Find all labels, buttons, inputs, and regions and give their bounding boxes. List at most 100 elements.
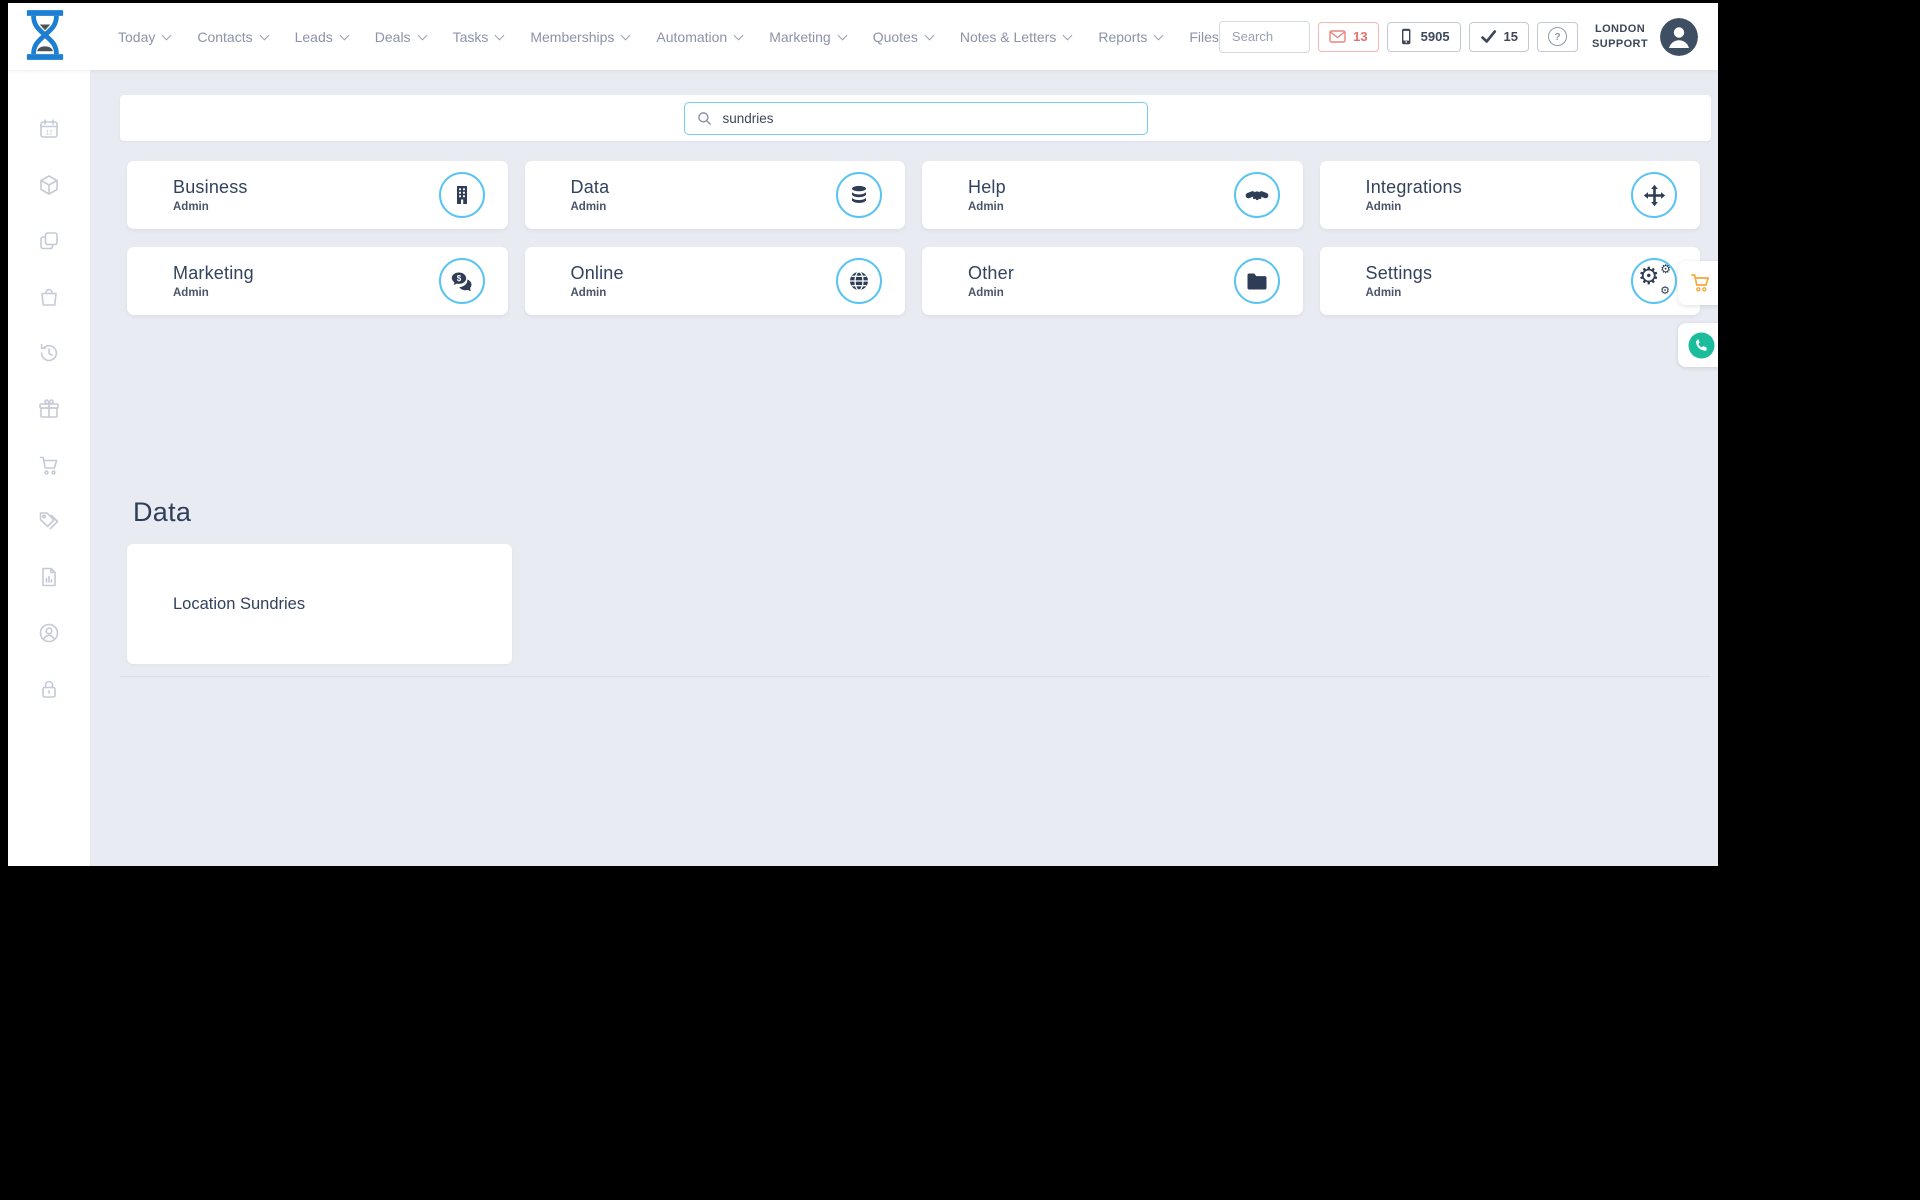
handshake-icon [1233, 172, 1280, 218]
chevron-down-icon [1153, 30, 1164, 40]
top-header: Today Contacts Leads Deals Tasks Members… [8, 3, 1718, 70]
admin-search-panel [120, 95, 1711, 141]
user-name[interactable]: LONDON SUPPORT [1592, 22, 1648, 51]
nav-item-leads[interactable]: Leads [295, 29, 350, 45]
chevron-down-icon [620, 30, 631, 40]
comments-dollar-icon: $ [438, 258, 485, 304]
results-section-heading: Data [133, 497, 192, 527]
category-card-online[interactable]: Online Admin [524, 247, 905, 315]
tags-icon[interactable] [37, 509, 61, 533]
card-subtitle: Admin [173, 287, 209, 299]
floating-whatsapp-button[interactable] [1678, 323, 1718, 367]
nav-item-automation[interactable]: Automation [656, 29, 744, 45]
calls-count: 5905 [1420, 29, 1450, 44]
svg-text:$: $ [457, 273, 462, 282]
package-icon[interactable] [37, 173, 61, 197]
tasks-count: 15 [1503, 29, 1519, 44]
history-icon[interactable] [37, 341, 61, 365]
search-icon [697, 111, 711, 125]
cart-icon [1691, 274, 1710, 292]
category-card-settings[interactable]: Settings Admin ⚙ ⚙ ⚙ [1319, 247, 1700, 315]
copy-icon[interactable] [37, 229, 61, 253]
question-icon: ? [1548, 27, 1568, 46]
chevron-down-icon [339, 30, 350, 40]
nav-label: Quotes [872, 28, 918, 45]
nav-item-tasks[interactable]: Tasks [452, 28, 505, 45]
floating-cart-button[interactable] [1678, 261, 1718, 305]
nav-item-memberships[interactable]: Memberships [530, 29, 631, 45]
bag-icon[interactable] [37, 285, 61, 309]
card-title: Data [570, 177, 610, 197]
nav-item-notes-letters[interactable]: Notes & Letters [960, 29, 1073, 45]
database-icon [836, 172, 882, 218]
hourglass-logo-icon[interactable] [24, 9, 66, 66]
admin-search-box [683, 101, 1148, 135]
messages-badge[interactable]: 13 [1318, 21, 1379, 52]
envelope-icon [1329, 30, 1346, 43]
help-button[interactable]: ? [1537, 21, 1579, 52]
nav-item-marketing[interactable]: Marketing [769, 28, 848, 45]
result-item-location-sundries[interactable]: Location Sundries [127, 544, 512, 664]
user-location: LONDON [1594, 23, 1646, 36]
category-card-integrations[interactable]: Integrations Admin [1319, 161, 1700, 229]
nav-label: Tasks [452, 28, 489, 45]
folder-icon [1233, 258, 1280, 304]
gift-icon[interactable] [37, 397, 61, 421]
nav-item-reports[interactable]: Reports [1098, 28, 1164, 45]
calendar-icon[interactable]: 12 [37, 117, 61, 141]
app-window: Today Contacts Leads Deals Tasks Members… [8, 3, 1718, 866]
main-content: Business Admin Data Admin Help Admin Integr… [90, 70, 1718, 866]
card-subtitle: Admin [968, 287, 1004, 299]
category-card-other[interactable]: Other Admin [922, 247, 1303, 315]
svg-text:12: 12 [45, 130, 53, 137]
nav-label: Marketing [769, 28, 831, 45]
move-arrows-icon [1631, 172, 1677, 218]
nav-label: Contacts [197, 28, 253, 45]
card-title: Help [968, 177, 1006, 197]
nav-item-deals[interactable]: Deals [375, 29, 428, 45]
account-icon[interactable] [37, 621, 61, 645]
nav-item-contacts[interactable]: Contacts [197, 28, 270, 45]
nav-label: Today [118, 28, 156, 45]
left-sidebar: 12 [8, 70, 90, 866]
calls-badge[interactable]: 5905 [1386, 21, 1461, 52]
main-nav: Today Contacts Leads Deals Tasks Members… [118, 29, 1219, 45]
category-card-marketing[interactable]: Marketing Admin $ [127, 247, 508, 315]
nav-item-today[interactable]: Today [118, 28, 172, 45]
report-icon[interactable] [37, 565, 61, 589]
tasks-badge[interactable]: 15 [1468, 21, 1530, 52]
chevron-down-icon [417, 30, 428, 40]
card-subtitle: Admin [570, 287, 607, 299]
lock-icon[interactable] [37, 677, 61, 701]
chevron-down-icon [733, 30, 744, 40]
nav-item-files[interactable]: Files [1189, 29, 1219, 45]
mobile-phone-icon [1401, 28, 1411, 45]
messages-count: 13 [1353, 29, 1368, 44]
global-search-input[interactable] [1219, 21, 1310, 52]
cart-icon[interactable] [37, 453, 61, 477]
card-title: Other [968, 263, 1015, 283]
card-title: Marketing [173, 263, 254, 283]
admin-search-input[interactable] [720, 109, 1135, 127]
check-icon [1480, 30, 1496, 43]
chevron-down-icon [924, 30, 935, 40]
category-card-data[interactable]: Data Admin [524, 161, 905, 229]
user-role: SUPPORT [1592, 37, 1648, 50]
card-subtitle: Admin [968, 201, 1004, 213]
avatar[interactable] [1660, 17, 1698, 56]
category-grid: Business Admin Data Admin Help Admin Integr… [127, 161, 1700, 315]
chevron-down-icon [494, 30, 505, 40]
chevron-down-icon [259, 30, 270, 40]
nav-label: Reports [1098, 28, 1148, 45]
card-title: Business [173, 177, 248, 197]
card-title: Integrations [1365, 177, 1462, 197]
card-title: Settings [1365, 263, 1433, 283]
nav-item-quotes[interactable]: Quotes [872, 28, 935, 45]
globe-icon [836, 258, 882, 304]
nav-label: Files [1189, 28, 1219, 45]
category-card-help[interactable]: Help Admin [922, 161, 1303, 229]
category-card-business[interactable]: Business Admin [127, 161, 508, 229]
card-subtitle: Admin [570, 201, 607, 213]
building-icon [438, 172, 485, 218]
chevron-down-icon [161, 30, 172, 40]
